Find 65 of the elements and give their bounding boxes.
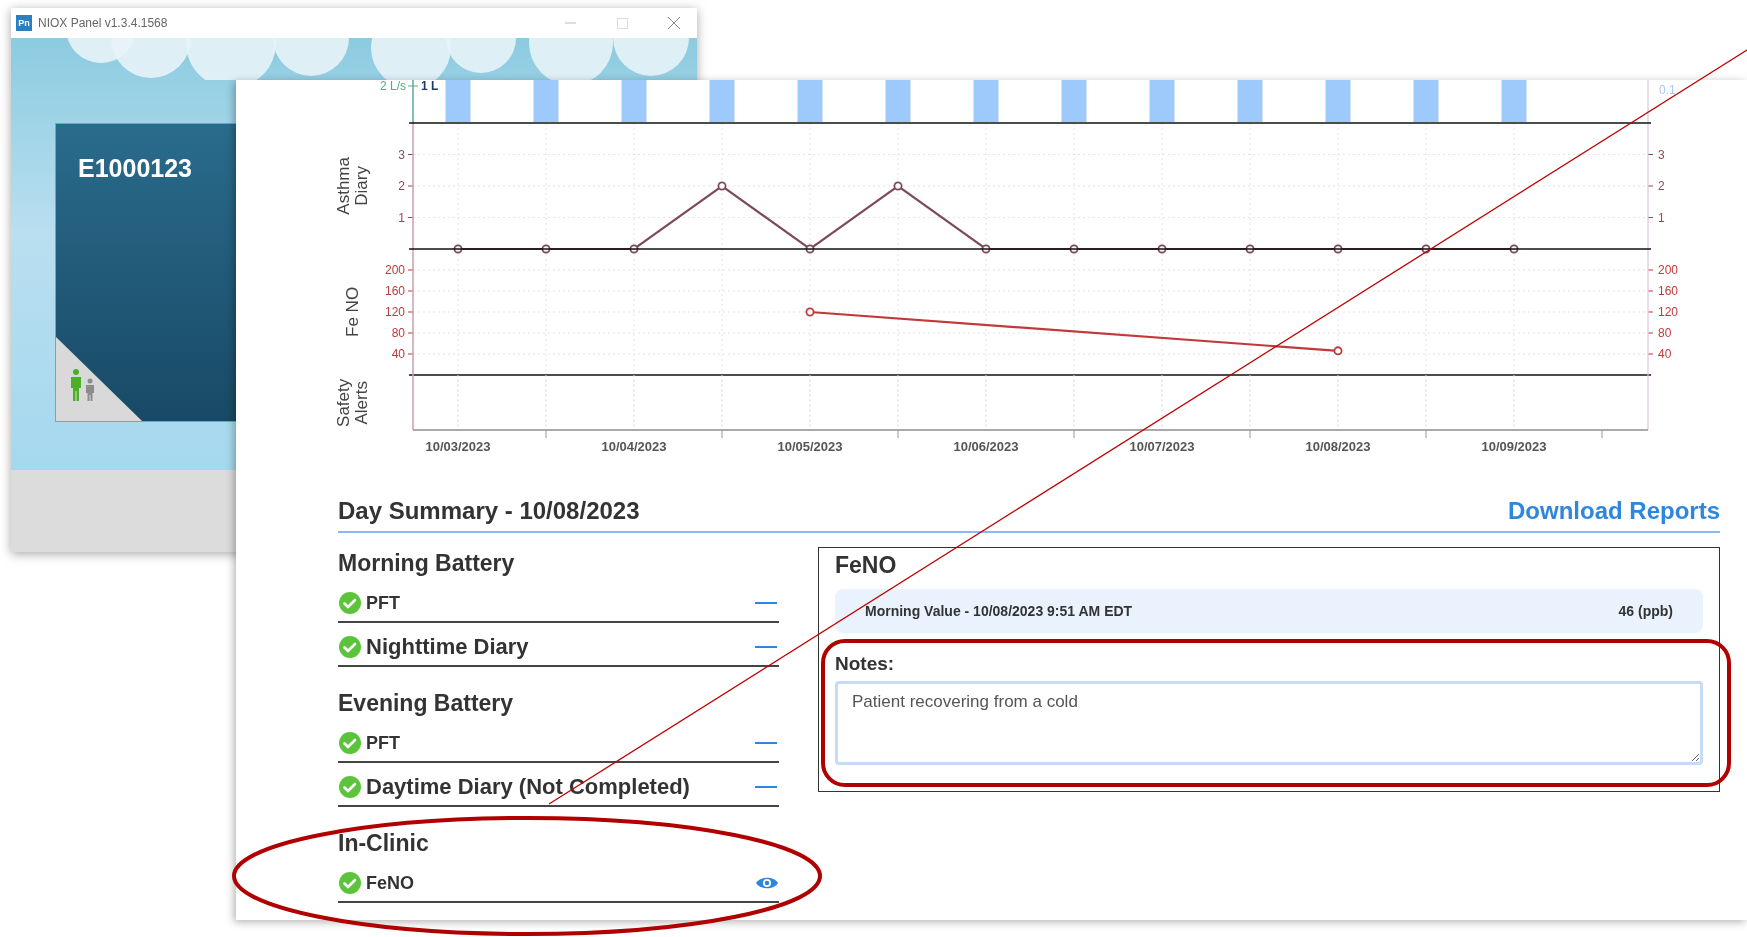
flow-axis — [407, 80, 419, 124]
flow-bar — [1061, 80, 1087, 122]
reading-value: 46 (ppb) — [1618, 603, 1673, 619]
view-button[interactable] — [755, 875, 779, 891]
flow-bar — [1237, 80, 1263, 122]
panel-label: Asthma Diary — [334, 156, 371, 217]
y-tick-label: 1 — [398, 210, 405, 225]
y-tick-label: 80 — [1658, 326, 1672, 340]
task-label: Nighttime Diary — [366, 634, 530, 660]
y-tick-label: 80 — [391, 326, 405, 340]
x-tick-label: 10/09/2023 — [1481, 439, 1547, 454]
flow-bar — [1501, 80, 1527, 122]
flow-bar — [973, 80, 999, 122]
flow-bar — [797, 80, 823, 122]
group-title: Evening Battery — [338, 689, 515, 717]
patient-id: E1000123 — [78, 154, 192, 183]
y-tick-label: 120 — [384, 305, 405, 319]
maximize-icon — [616, 17, 628, 29]
y-tick-label: 2 — [398, 179, 405, 193]
window-title: NIOX Panel v1.3.4.1568 — [38, 16, 168, 30]
detail-title: FeNO — [835, 552, 898, 579]
y-tick-label: 40 — [391, 347, 405, 361]
panel-label: Fe NO — [343, 285, 362, 340]
x-tick-label: 10/04/2023 — [601, 439, 667, 454]
y-tick-label: 40 — [1658, 347, 1672, 361]
flow-label: 0.1 — [1659, 83, 1676, 97]
x-tick-label: 10/05/2023 — [777, 439, 843, 454]
y-tick-label: 200 — [384, 263, 405, 277]
group-title: In-Clinic — [338, 829, 430, 857]
x-tick-label: 10/08/2023 — [1305, 439, 1371, 454]
y-tick-label: 1 — [1658, 210, 1665, 225]
flow-label: 1 L — [421, 80, 439, 93]
group-title: Morning Battery — [338, 549, 516, 577]
reading-label: Morning Value - 10/08/2023 9:51 AM EDT — [865, 603, 1133, 619]
flow-bar — [1325, 80, 1351, 122]
flow-bar — [621, 80, 647, 122]
x-tick-label: 10/07/2023 — [1129, 439, 1195, 454]
notes-field[interactable]: Patient recovering from a cold — [835, 681, 1703, 765]
summary-title: Day Summary - 10/08/2023 — [338, 497, 640, 525]
x-tick-label: 10/06/2023 — [953, 439, 1019, 454]
minimize-icon — [564, 22, 576, 24]
y-tick-label: 160 — [1658, 284, 1679, 298]
task-label: PFT — [366, 732, 401, 754]
y-tick-label: 200 — [1658, 263, 1679, 277]
app-icon: Pn — [16, 15, 32, 31]
flow-label: 2 L/s — [380, 80, 406, 93]
panel-label: Safety Alerts — [334, 377, 371, 429]
flow-bar — [1149, 80, 1175, 122]
flow-bar — [1413, 80, 1439, 122]
close-icon — [668, 17, 680, 29]
flow-bar — [709, 80, 735, 122]
x-tick-label: 10/03/2023 — [425, 439, 491, 454]
task-label: FeNO — [366, 872, 415, 894]
notes-label: Notes: — [835, 653, 896, 675]
download-reports-link[interactable]: Download Reports — [1508, 497, 1720, 525]
y-tick-label: 2 — [1658, 179, 1665, 193]
y-tick-label: 160 — [384, 284, 405, 298]
flow-bar — [533, 80, 559, 122]
y-tick-label: 120 — [1658, 305, 1679, 319]
task-label: Daytime Diary (Not Completed) — [366, 774, 691, 800]
y-tick-label: 3 — [398, 147, 405, 162]
y-tick-label: 3 — [1658, 147, 1665, 162]
flow-bar — [445, 80, 471, 122]
flow-bar — [885, 80, 911, 122]
task-label: PFT — [366, 592, 401, 614]
